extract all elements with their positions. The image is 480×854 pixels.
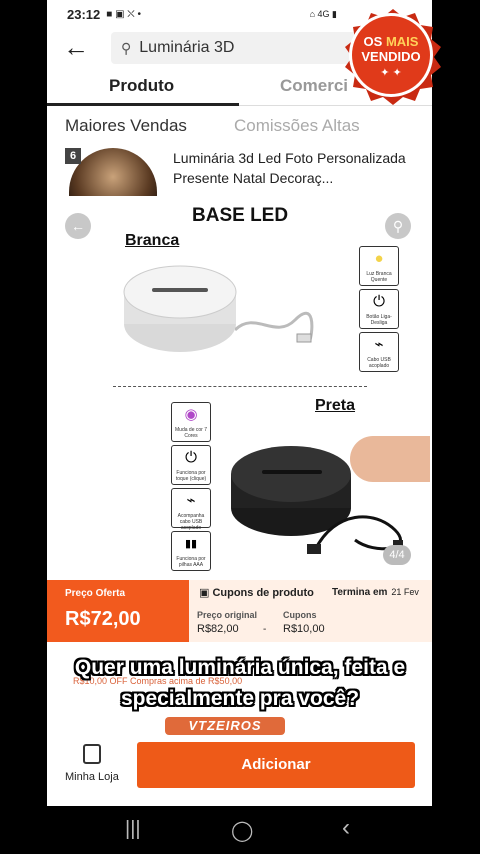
status-right-icons: ⌂ 4G ▮ bbox=[309, 8, 337, 19]
feature-power-button: ⏻ Botão Liga-Desliga bbox=[359, 289, 399, 329]
filter-row: Maiores Vendas Comissões Altas bbox=[65, 116, 360, 136]
coupon-label: Cupons bbox=[283, 610, 317, 620]
status-icons: ■ ▣ ⛌ • bbox=[106, 8, 142, 20]
status-time: 23:12 bbox=[67, 6, 101, 22]
coupon-title: ▣ Cupons de produto bbox=[199, 587, 314, 599]
product-image[interactable]: ← ⚲ BASE LED Branca ● Luz Branca Quente … bbox=[65, 200, 430, 578]
coupon-box[interactable]: ▣ Cupons de produto Termina em 21 Fev Pre… bbox=[189, 580, 432, 642]
original-price-value: R$82,00 bbox=[197, 623, 239, 635]
rank-badge: 6 bbox=[65, 148, 81, 164]
offer-price-box: Preço Oferta R$72,00 bbox=[47, 580, 189, 642]
offer-value: R$72,00 bbox=[65, 608, 141, 630]
video-subtitle: Quer uma luminária única, feita e specia… bbox=[0, 652, 480, 714]
offer-label: Preço Oferta bbox=[65, 588, 126, 599]
coupon-value: R$10,00 bbox=[283, 623, 325, 635]
term-label: Termina em 21 Fev bbox=[332, 587, 419, 598]
subtitle-line-1: Quer uma luminária única, feita e bbox=[74, 656, 406, 679]
original-price-label: Preço original bbox=[197, 610, 258, 620]
back-arrow-icon[interactable]: ← bbox=[63, 32, 89, 63]
back-nav-icon[interactable]: ‹ bbox=[342, 814, 350, 842]
tab-comercio[interactable]: Comerci bbox=[280, 76, 348, 96]
feature-touch: ⏻ Funciona por toque (clique) bbox=[171, 445, 211, 485]
best-seller-badge: OS MAIS VENDIDO ✦ ✦ bbox=[345, 9, 441, 105]
feature-batteries: ▮▮ Funciona por pilhas AAA bbox=[171, 531, 211, 571]
bottom-bar: Minha Loja Adicionar bbox=[47, 736, 432, 806]
feature-usb: ⌁ Acompanha cabo USB acoplado bbox=[171, 488, 211, 531]
white-base-illustration bbox=[123, 265, 237, 352]
watermark-logo: VTZEIROS bbox=[165, 717, 285, 735]
filter-maiores-vendas[interactable]: Maiores Vendas bbox=[65, 116, 187, 135]
my-store-label[interactable]: Minha Loja bbox=[65, 771, 119, 783]
badge-center: OS MAIS VENDIDO ✦ ✦ bbox=[349, 13, 433, 97]
store-icon[interactable] bbox=[83, 744, 101, 764]
feature-seven-colors: ◉ Muda de cor 7 Cores bbox=[171, 402, 211, 442]
search-input[interactable]: ⚲ Luminária 3D bbox=[111, 32, 361, 64]
home-icon[interactable]: ◯ bbox=[231, 818, 253, 843]
white-cable-illustration bbox=[235, 311, 314, 343]
image-divider bbox=[113, 386, 367, 387]
search-icon: ⚲ bbox=[121, 39, 132, 56]
finger-illustration bbox=[350, 436, 430, 482]
filter-comissoes-altas[interactable]: Comissões Altas bbox=[234, 116, 360, 136]
tab-underline bbox=[47, 103, 239, 106]
image-prev-icon[interactable]: ← bbox=[65, 213, 91, 239]
product-thumbnail[interactable] bbox=[69, 148, 157, 196]
image-zoom-icon[interactable]: ⚲ bbox=[385, 213, 411, 239]
subtitle-line-2: specialmente pra você? bbox=[120, 687, 360, 710]
search-query: Luminária 3D bbox=[139, 39, 235, 56]
feature-usb-cable: ⌁ Cabo USB acoplado bbox=[359, 332, 399, 372]
image-title: BASE LED bbox=[192, 205, 289, 226]
feature-warm-light: ● Luz Branca Quente bbox=[359, 246, 399, 286]
add-button[interactable]: Adicionar bbox=[137, 742, 415, 788]
recents-icon[interactable]: ||| bbox=[125, 818, 141, 841]
price-dash: - bbox=[263, 624, 267, 635]
image-page-indicator: 4/4 bbox=[383, 545, 411, 565]
label-preta: Preta bbox=[315, 397, 356, 414]
android-nav-bar: ||| ◯ ‹ bbox=[0, 806, 480, 854]
product-title[interactable]: Luminária 3d Led Foto Personalizada Pres… bbox=[173, 148, 423, 188]
tab-produto[interactable]: Produto bbox=[109, 76, 174, 96]
label-branca: Branca bbox=[125, 232, 180, 249]
